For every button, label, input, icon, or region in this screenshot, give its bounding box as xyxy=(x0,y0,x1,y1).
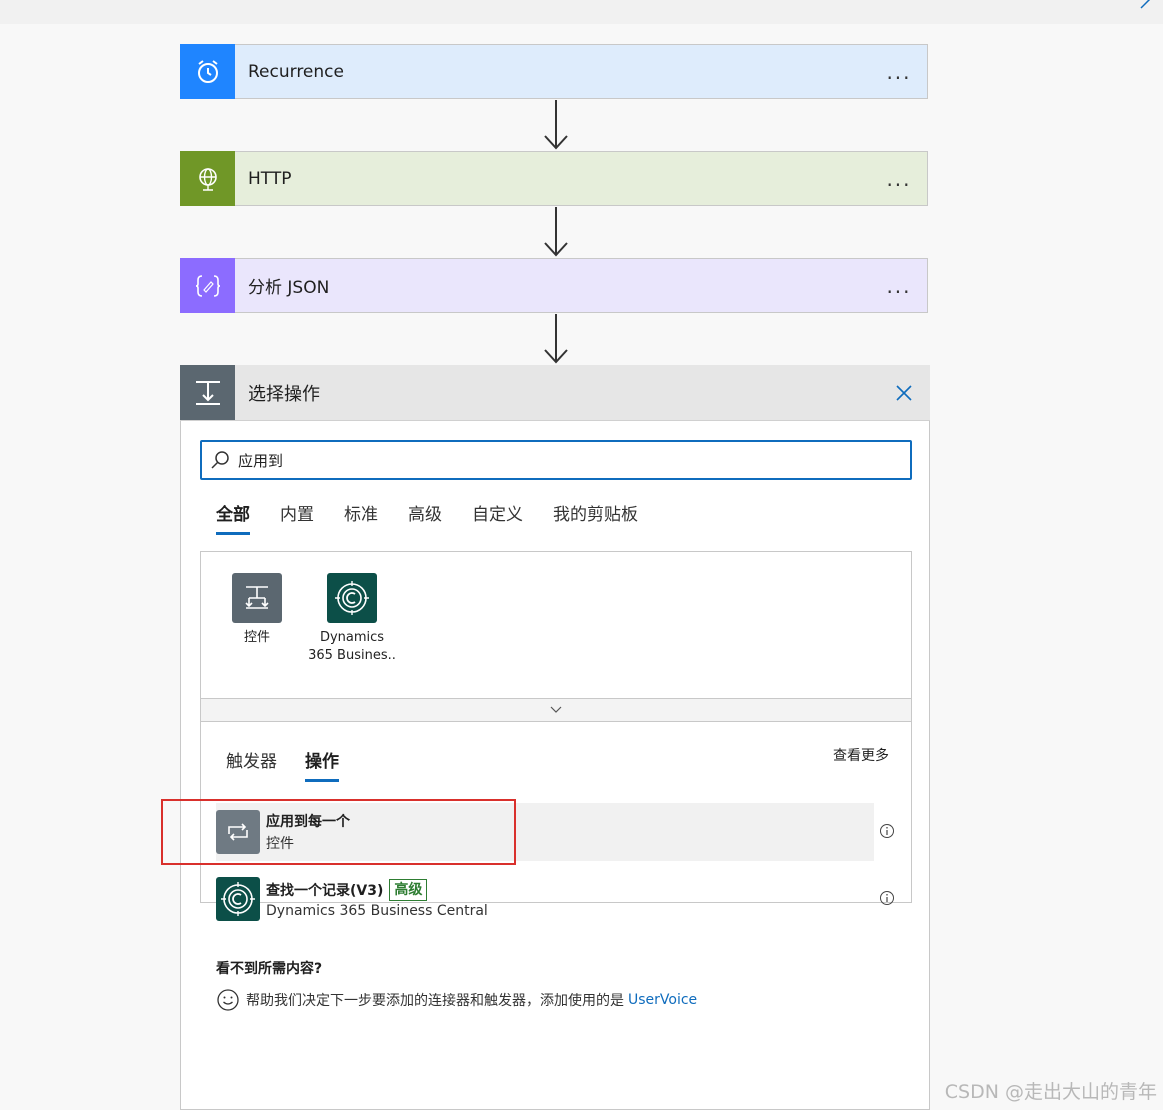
tab-triggers[interactable]: 触发器 xyxy=(226,747,277,782)
action-connector: 控件 xyxy=(266,836,294,852)
connector-dynamics-365[interactable]: Dynamics 365 Busines.. xyxy=(307,573,397,665)
globe-icon xyxy=(180,151,235,206)
action-apply-to-each[interactable]: 应用到每一个 控件 xyxy=(216,803,894,861)
step-http[interactable]: HTTP ... xyxy=(180,151,928,206)
action-connector: Dynamics 365 Business Central xyxy=(266,903,488,919)
expand-connectors-button[interactable] xyxy=(201,698,911,722)
premium-badge: 高级 xyxy=(389,879,428,901)
action-name-text: 查找一个记录(V3) xyxy=(266,883,384,899)
more-options-icon[interactable]: ... xyxy=(879,274,919,298)
corner-edit-icon[interactable] xyxy=(1139,0,1153,10)
search-box[interactable] xyxy=(200,440,912,480)
category-tabs: 全部 内置 标准 高级 自定义 我的剪贴板 xyxy=(216,500,668,535)
dynamics-365-icon xyxy=(327,573,377,623)
tab-custom[interactable]: 自定义 xyxy=(472,500,523,535)
top-strip xyxy=(0,0,1163,24)
info-icon[interactable] xyxy=(879,890,895,906)
control-icon xyxy=(180,365,235,420)
step-title: HTTP xyxy=(248,168,292,189)
feedback-text: 帮助我们决定下一步要添加的连接器和触发器，添加使用的是 xyxy=(246,993,624,1009)
more-options-icon[interactable]: ... xyxy=(879,167,919,191)
uservoice-link[interactable]: UserVoice xyxy=(628,992,697,1008)
connector-arrow xyxy=(544,207,568,257)
tab-premium[interactable]: 高级 xyxy=(408,500,442,535)
search-icon xyxy=(211,451,229,469)
chevron-down-icon xyxy=(550,706,562,713)
close-icon[interactable] xyxy=(884,373,924,413)
json-braces-icon xyxy=(180,258,235,313)
tab-standard[interactable]: 标准 xyxy=(344,500,378,535)
operation-type-tabs: 触发器 操作 xyxy=(226,747,367,782)
tab-built-in[interactable]: 内置 xyxy=(280,500,314,535)
action-name: 应用到每一个 xyxy=(266,814,350,830)
connector-label: 控件 xyxy=(243,630,270,645)
connector-arrow xyxy=(544,314,568,364)
action-name: 查找一个记录(V3) 高级 xyxy=(266,879,488,901)
loop-icon xyxy=(216,810,260,854)
alarm-clock-icon xyxy=(180,44,235,99)
tab-actions[interactable]: 操作 xyxy=(305,747,339,782)
dynamics-365-icon xyxy=(216,877,260,921)
search-input[interactable] xyxy=(236,450,910,470)
missing-content-title: 看不到所需内容? xyxy=(216,961,323,977)
connectors-section: 控件 Dynamics 365 Busines.. 触发器 操作 查看更多 应用… xyxy=(200,551,912,921)
panel-header: 选择操作 xyxy=(180,365,930,421)
panel-title: 选择操作 xyxy=(248,383,320,405)
watermark: CSDN @走出大山的青年 xyxy=(944,1081,1157,1103)
step-recurrence[interactable]: Recurrence ... xyxy=(180,44,928,99)
control-icon xyxy=(232,573,282,623)
action-find-record[interactable]: 查找一个记录(V3) 高级 Dynamics 365 Business Centr… xyxy=(216,870,894,928)
connector-control[interactable]: 控件 xyxy=(212,573,302,647)
see-more-link[interactable]: 查看更多 xyxy=(833,745,889,765)
tab-clipboard[interactable]: 我的剪贴板 xyxy=(553,500,638,535)
tab-all[interactable]: 全部 xyxy=(216,500,250,535)
step-parse-json[interactable]: 分析 JSON ... xyxy=(180,258,928,313)
more-options-icon[interactable]: ... xyxy=(879,60,919,84)
step-title: 分析 JSON xyxy=(248,278,330,298)
info-icon[interactable] xyxy=(879,823,895,839)
step-title: Recurrence xyxy=(248,61,344,82)
smiley-icon xyxy=(217,989,239,1011)
connector-arrow xyxy=(544,100,568,150)
choose-operation-panel: 选择操作 全部 内置 标准 高级 自定义 我的剪贴板 控件 Dynamics 3… xyxy=(180,365,930,1110)
connector-label: Dynamics 365 Busines.. xyxy=(308,630,396,663)
feedback-row: 帮助我们决定下一步要添加的连接器和触发器，添加使用的是 UserVoice xyxy=(216,988,697,1012)
